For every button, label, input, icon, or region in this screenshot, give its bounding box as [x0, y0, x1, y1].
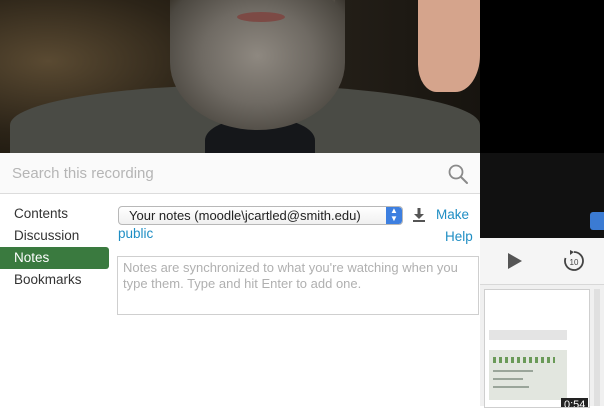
- slide-thumbnail-area: 0:54: [480, 285, 604, 408]
- side-video-lower: [480, 153, 604, 238]
- make-public-link[interactable]: Make: [436, 207, 469, 222]
- thumbnail-header-band: [489, 330, 567, 340]
- search-icon[interactable]: [447, 163, 469, 185]
- nav-item-bookmarks[interactable]: Bookmarks: [0, 269, 110, 291]
- thumbnail-scrollbar[interactable]: [594, 289, 600, 406]
- select-arrows-icon: ▲ ▼: [386, 207, 402, 224]
- download-icon[interactable]: [411, 207, 427, 223]
- help-link[interactable]: Help: [445, 229, 473, 244]
- search-input[interactable]: [0, 153, 430, 193]
- play-icon[interactable]: [504, 251, 524, 271]
- slide-thumbnail[interactable]: 0:54: [484, 289, 590, 408]
- thumbnail-line: [493, 378, 523, 380]
- search-bar: [0, 153, 480, 194]
- nav-item-contents[interactable]: Contents: [0, 203, 110, 225]
- rewind-10-icon[interactable]: 10: [562, 249, 586, 273]
- video-frame[interactable]: [0, 0, 480, 153]
- recording-nav: Contents Discussion Notes Bookmarks: [0, 203, 110, 291]
- notes-textarea[interactable]: [117, 256, 479, 315]
- thumbnail-dots: [493, 357, 555, 363]
- nav-item-discussion[interactable]: Discussion: [0, 225, 110, 247]
- side-badge: [590, 212, 604, 230]
- thumbnail-line: [493, 370, 533, 372]
- notebook-select-value: Your notes (moodle\jcartled@smith.edu): [129, 208, 361, 223]
- make-public-link-continued[interactable]: public: [118, 226, 153, 241]
- thumbnail-line: [493, 386, 529, 388]
- thumbnail-duration: 0:54: [561, 398, 589, 407]
- player-controls: 10: [480, 238, 604, 285]
- notebook-select[interactable]: Your notes (moodle\jcartled@smith.edu) ▲…: [118, 206, 403, 225]
- nav-item-notes[interactable]: Notes: [0, 247, 109, 269]
- video-person-mouth: [237, 12, 285, 22]
- video-person-hand: [418, 0, 480, 92]
- rewind-seconds-label: 10: [570, 258, 579, 267]
